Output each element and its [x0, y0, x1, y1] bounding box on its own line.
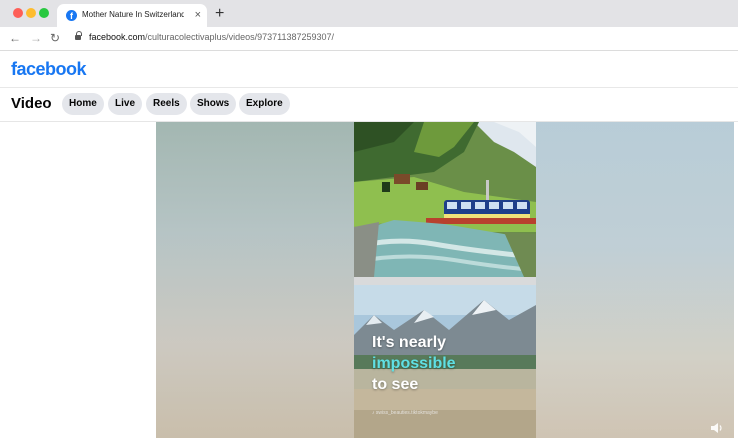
back-button[interactable]: ← [9, 31, 21, 45]
close-window-button[interactable] [13, 8, 23, 18]
blurred-backdrop-left [156, 122, 354, 438]
reel-divider [354, 277, 536, 285]
forward-button[interactable]: → [30, 31, 42, 45]
video-player[interactable]: It's nearly impossible to see ♪ swiss_be… [156, 122, 734, 438]
tab-reels[interactable]: Reels [146, 93, 187, 115]
tab-close-icon[interactable]: × [195, 8, 201, 22]
facebook-logo[interactable]: facebook [11, 59, 87, 80]
reel-video-frame[interactable]: It's nearly impossible to see ♪ swiss_be… [354, 122, 536, 438]
url-host: facebook.com [89, 32, 146, 42]
tab-home[interactable]: Home [62, 93, 104, 115]
tab-shows[interactable]: Shows [190, 93, 237, 115]
left-panel [0, 122, 156, 438]
maximize-window-button[interactable] [39, 8, 49, 18]
reload-button[interactable]: ↻ [50, 31, 60, 45]
browser-tab-strip: f Mother Nature In Switzerland × + [0, 0, 738, 27]
lock-icon[interactable] [75, 31, 82, 40]
facebook-favicon-icon: f [66, 10, 77, 21]
video-nav: Video Home Live Reels Shows Explore [0, 88, 738, 122]
caption-line-1: It's nearly [372, 334, 447, 351]
video-caption: It's nearly impossible to see [372, 332, 456, 395]
blurred-backdrop-right [536, 122, 734, 438]
page-title: Video [11, 95, 52, 112]
caption-line-2: impossible [372, 355, 456, 372]
train-valley-scene [354, 122, 536, 277]
browser-tab[interactable]: f Mother Nature In Switzerland × [57, 4, 207, 27]
url-path: /culturacolectivaplus/videos/97371138725… [145, 32, 335, 42]
speaker-icon[interactable] [710, 422, 724, 434]
minimize-window-button[interactable] [26, 8, 36, 18]
facebook-header: facebook [0, 51, 738, 88]
address-bar: ← → ↻ facebook.com/culturacolectivaplus/… [0, 27, 738, 51]
caption-line-3: to see [372, 376, 419, 393]
tab-live[interactable]: Live [108, 93, 143, 115]
tab-title: Mother Nature In Switzerland [82, 10, 184, 19]
creator-handle: ♪ swiss_beauties.tiktokmaybe [372, 410, 438, 416]
tab-explore[interactable]: Explore [239, 93, 290, 115]
new-tab-button[interactable]: + [215, 5, 224, 22]
url-field[interactable]: facebook.com/culturacolectivaplus/videos… [89, 32, 334, 42]
